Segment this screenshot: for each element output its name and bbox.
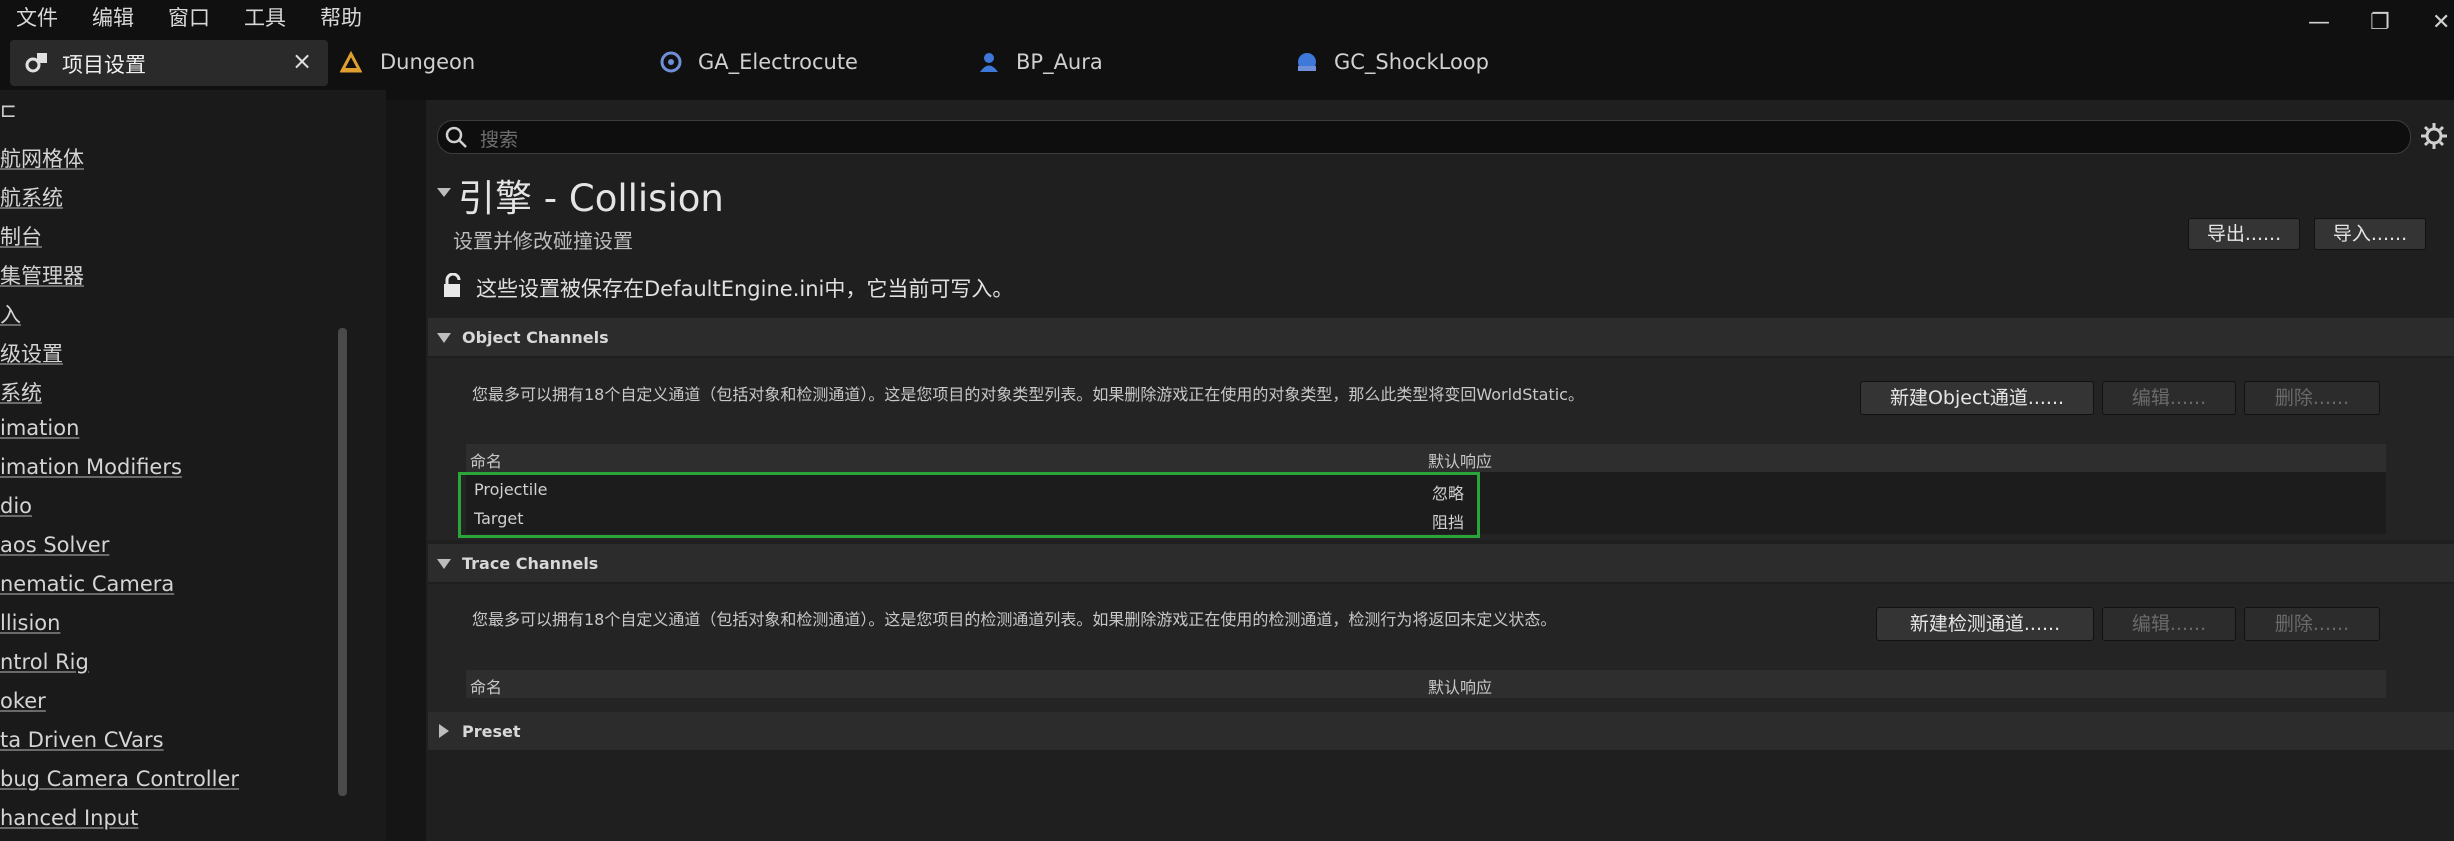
expanded-arrow-icon — [436, 330, 452, 349]
object-channels-description: 您最多可以拥有18个自定义通道（包括对象和检测通道）。这是您项目的对象类型列表。… — [472, 385, 1584, 404]
close-tab-icon[interactable]: × — [292, 47, 312, 75]
menu-window[interactable]: 窗口 — [168, 2, 210, 32]
menu-tools[interactable]: 工具 — [244, 2, 286, 32]
search-placeholder: 搜索 — [480, 129, 519, 151]
tab-label: BP_Aura — [1016, 50, 1103, 74]
cue-icon — [1296, 51, 1318, 77]
settings-icon — [24, 50, 50, 80]
sidebar-item[interactable]: oker — [0, 689, 46, 713]
blueprint-icon — [660, 51, 682, 77]
search-icon — [444, 125, 468, 153]
tab-label: Dungeon — [380, 50, 476, 74]
new-trace-channel-button[interactable]: 新建检测通道...... — [1876, 607, 2094, 641]
level-icon — [339, 50, 363, 77]
column-name: 命名 — [470, 452, 503, 471]
page-subtitle: 设置并修改碰撞设置 — [453, 229, 633, 253]
menu-help[interactable]: 帮助 — [320, 2, 362, 32]
sidebar-item[interactable]: 航系统 — [0, 182, 63, 212]
object-channels-table-header: 命名 默认响应 — [466, 444, 2386, 472]
sidebar-item[interactable]: hanced Input — [0, 806, 138, 830]
import-button[interactable]: 导入...... — [2314, 218, 2426, 250]
new-object-channel-button[interactable]: 新建Object通道...... — [1860, 381, 2094, 415]
section-title: Preset — [462, 722, 521, 741]
export-button[interactable]: 导出...... — [2188, 218, 2300, 250]
expanded-arrow-icon — [436, 556, 452, 575]
column-default-response: 默认响应 — [1428, 452, 1493, 471]
object-channels-header[interactable]: Object Channels — [428, 318, 2454, 356]
sidebar-item[interactable]: 入 — [0, 299, 21, 329]
column-name: 命名 — [470, 678, 503, 697]
minimize-button[interactable]: — — [2308, 10, 2330, 35]
trace-channels-description: 您最多可以拥有18个自定义通道（包括对象和检测通道）。这是您项目的检测通道列表。… — [472, 610, 1557, 629]
sidebar-item[interactable]: 级设置 — [0, 338, 63, 368]
delete-trace-channel-button[interactable]: 删除...... — [2244, 607, 2380, 641]
sidebar-item[interactable]: dio — [0, 494, 32, 518]
preset-header[interactable]: Preset — [428, 712, 2454, 750]
trace-channels-table-header: 命名 默认响应 — [466, 670, 2386, 698]
section-title: Object Channels — [462, 328, 609, 347]
sidebar-item[interactable]: ntrol Rig — [0, 650, 89, 674]
sidebar-item[interactable]: 系统 — [0, 377, 42, 407]
sidebar-item[interactable]: imation Modifiers — [0, 455, 182, 479]
highlight-box — [458, 472, 1480, 538]
character-icon — [978, 51, 1000, 77]
section-title: Trace Channels — [462, 554, 599, 573]
restore-button[interactable]: ❐ — [2370, 10, 2390, 35]
search-input[interactable]: 搜索 — [437, 120, 2411, 154]
sidebar-item[interactable]: llision — [0, 611, 60, 635]
config-notice: 这些设置被保存在DefaultEngine.ini中，它当前可写入。 — [476, 277, 1014, 301]
gear-icon[interactable] — [2420, 122, 2448, 154]
sidebar-item[interactable]: nematic Camera — [0, 572, 174, 596]
sidebar-item[interactable]: aos Solver — [0, 533, 109, 557]
tab-label: GA_Electrocute — [698, 50, 858, 74]
sidebar-cut-glyph: ⊏ — [0, 98, 17, 122]
sidebar-item[interactable]: bug Camera Controller — [0, 767, 239, 791]
page-title: 引擎 - Collision — [458, 177, 724, 220]
trace-channels-header[interactable]: Trace Channels — [428, 544, 2454, 582]
tab-label: 项目设置 — [62, 53, 146, 77]
close-window-button[interactable]: ✕ — [2432, 10, 2450, 35]
sidebar-item[interactable]: 制台 — [0, 221, 42, 251]
edit-trace-channel-button[interactable]: 编辑...... — [2102, 607, 2236, 641]
menu-edit[interactable]: 编辑 — [92, 2, 134, 32]
menu-file[interactable]: 文件 — [16, 2, 58, 32]
sidebar-item[interactable]: 集管理器 — [0, 260, 84, 290]
unlock-icon — [442, 272, 464, 303]
collapsed-arrow-icon — [438, 723, 450, 743]
edit-object-channel-button[interactable]: 编辑...... — [2102, 381, 2236, 415]
collapse-arrow-icon[interactable] — [436, 184, 452, 204]
tab-project-settings[interactable]: 项目设置 × — [10, 40, 328, 86]
sidebar-item[interactable]: imation — [0, 416, 79, 440]
sidebar-item[interactable]: 航网格体 — [0, 143, 84, 173]
column-default-response: 默认响应 — [1428, 678, 1493, 697]
sidebar-item[interactable]: ta Driven CVars — [0, 728, 164, 752]
tab-label: GC_ShockLoop — [1334, 50, 1489, 74]
delete-object-channel-button[interactable]: 删除...... — [2244, 381, 2380, 415]
sidebar-scrollbar[interactable] — [338, 328, 347, 796]
title-bar — [0, 0, 2454, 100]
